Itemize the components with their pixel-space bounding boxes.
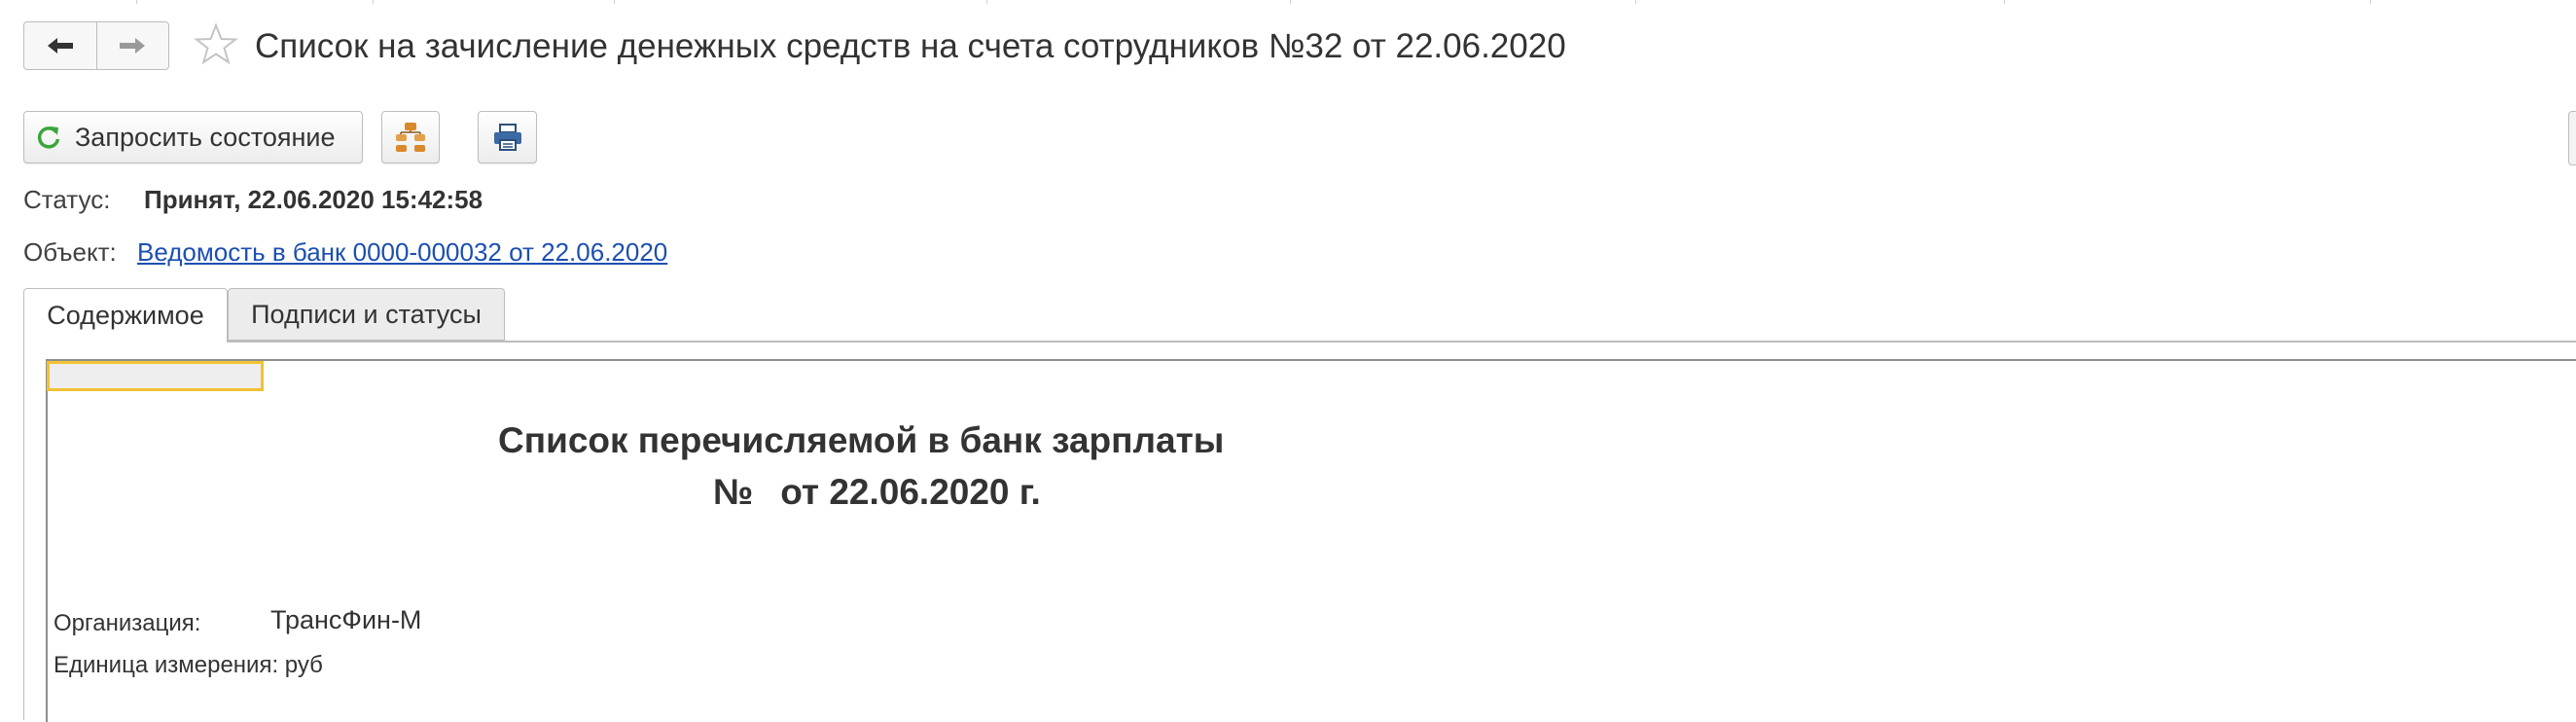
unit-label: Единица измерения: руб [54,652,323,678]
status-label: Статус: [23,185,111,214]
object-link[interactable]: Ведомость в банк 0000-000032 от 22.06.20… [137,237,667,268]
hierarchy-icon [396,123,425,152]
organization-value: ТрансФин-М [270,605,422,634]
favorite-button[interactable] [193,21,239,68]
status-value: Принят, 22.06.2020 15:42:58 [144,185,483,214]
printer-icon [493,124,521,151]
tab-signatures-statuses[interactable]: Подписи и статусы [228,288,505,341]
request-status-button[interactable]: Запросить состояние [23,111,363,163]
arrow-right-icon [120,38,146,54]
page-title: Список на зачисление денежных средств на… [255,27,1566,65]
object-label: Объект: [23,237,117,267]
selected-cell[interactable] [47,361,264,391]
number-label: № [713,472,754,512]
forward-button[interactable] [95,22,169,69]
more-actions-button[interactable] [2568,111,2576,165]
spreadsheet-document[interactable] [46,359,2576,722]
print-button[interactable] [478,111,537,163]
organization-label: Организация: [54,610,201,636]
star-icon [194,22,238,65]
top-divider [0,0,2576,4]
structure-button[interactable] [381,111,440,163]
request-status-label: Запросить состояние [75,122,336,152]
navigation-buttons [23,21,169,70]
arrow-left-icon [47,38,73,54]
back-button[interactable] [24,22,96,69]
document-heading: Список перечисляемой в банк зарплаты [498,420,1225,460]
document-number-date: № от 22.06.2020 г. [713,472,1041,513]
document-date: от 22.06.2020 г. [780,472,1041,512]
refresh-icon [37,126,60,149]
tab-contents[interactable]: Содержимое [23,288,228,343]
